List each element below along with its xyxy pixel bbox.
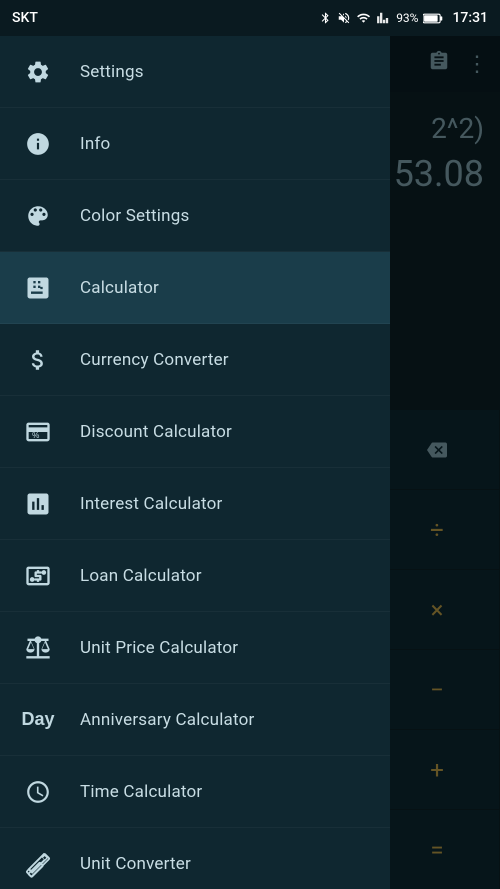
calculator-icon: [20, 270, 56, 306]
drawer-item-interest[interactable]: Interest Calculator: [0, 468, 390, 540]
settings-label: Settings: [80, 62, 144, 82]
time-label: Time Calculator: [80, 782, 202, 802]
discount-icon: %: [20, 414, 56, 450]
mute-icon: [337, 11, 351, 25]
time-label: 17:31: [452, 10, 488, 26]
drawer-item-settings[interactable]: Settings: [0, 36, 390, 108]
drawer-item-anniversary[interactable]: Day Anniversary Calculator: [0, 684, 390, 756]
drawer-item-unit-price[interactable]: Unit Price Calculator: [0, 612, 390, 684]
scale-icon: [20, 630, 56, 666]
unit-price-label: Unit Price Calculator: [80, 638, 238, 658]
currency-label: Currency Converter: [80, 350, 229, 370]
battery-label: 93%: [396, 11, 418, 25]
wifi-icon: [356, 11, 371, 25]
discount-label: Discount Calculator: [80, 422, 232, 442]
anniversary-label: Anniversary Calculator: [80, 710, 254, 730]
info-icon: [20, 126, 56, 162]
bluetooth-icon: [319, 10, 332, 26]
drawer-item-color-settings[interactable]: Color Settings: [0, 180, 390, 252]
carrier-label: SKT: [12, 10, 38, 26]
interest-label: Interest Calculator: [80, 494, 223, 514]
currency-icon: [20, 342, 56, 378]
battery-icon: [423, 12, 443, 25]
color-icon: [20, 198, 56, 234]
loan-label: Loan Calculator: [80, 566, 202, 586]
calculator-label: Calculator: [80, 278, 159, 298]
clock-icon: [20, 774, 56, 810]
drawer-item-calculator[interactable]: Calculator: [0, 252, 390, 324]
drawer-item-currency[interactable]: Currency Converter: [0, 324, 390, 396]
unit-converter-label: Unit Converter: [80, 854, 191, 874]
info-label: Info: [80, 134, 110, 154]
drawer-item-loan[interactable]: Loan Calculator: [0, 540, 390, 612]
loan-icon: [20, 558, 56, 594]
navigation-drawer: Settings Info Color Settings: [0, 36, 390, 889]
status-bar: SKT 93% 17:31: [0, 0, 500, 36]
settings-icon: [20, 54, 56, 90]
drawer-item-unit-converter[interactable]: Unit Converter: [0, 828, 390, 889]
main-container: ⋮ 2^2) 53.08 ÷ ×: [0, 36, 500, 889]
drawer-item-info[interactable]: Info: [0, 108, 390, 180]
drawer-item-time[interactable]: Time Calculator: [0, 756, 390, 828]
drawer-item-discount[interactable]: % Discount Calculator: [0, 396, 390, 468]
day-icon: Day: [20, 702, 56, 738]
svg-text:%: %: [32, 430, 39, 439]
signal-icon: [376, 11, 391, 25]
color-settings-label: Color Settings: [80, 206, 189, 226]
ruler-icon: [20, 846, 56, 882]
status-icons: 93% 17:31: [319, 10, 488, 26]
interest-icon: [20, 486, 56, 522]
